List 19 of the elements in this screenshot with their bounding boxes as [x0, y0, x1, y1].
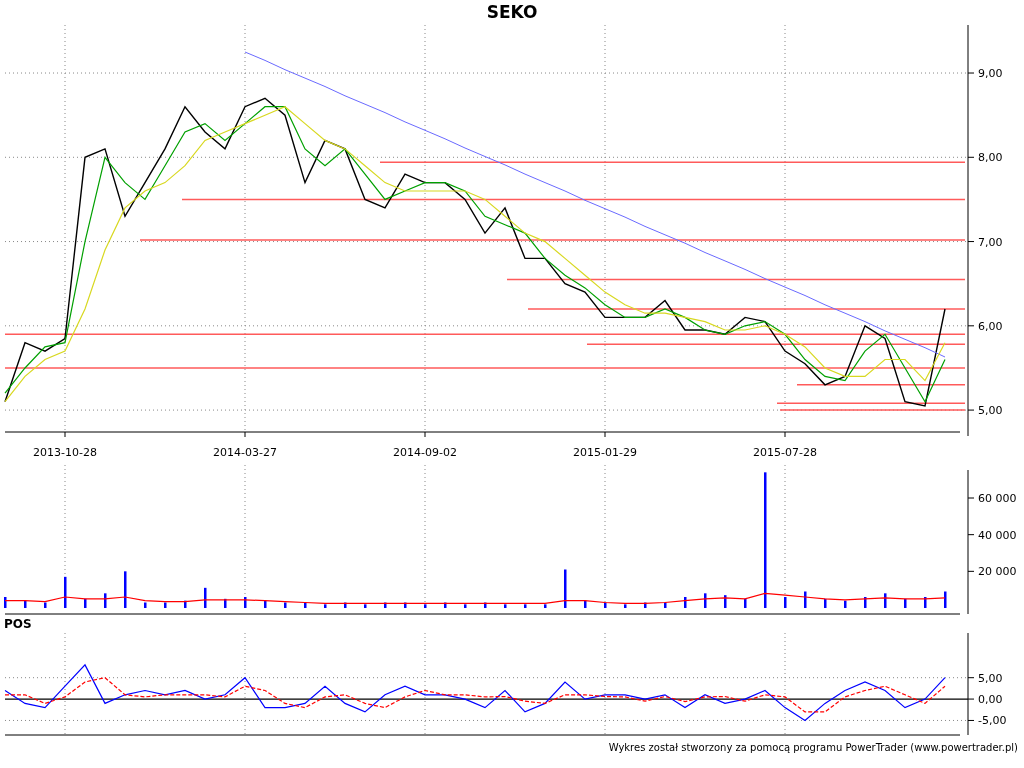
oscillator-value-label: 0,00 — [978, 693, 1003, 707]
oscillator-value-label: -5,00 — [978, 714, 1007, 728]
date-label: 2015-07-28 — [753, 446, 817, 459]
date-label: 2014-09-02 — [393, 446, 457, 459]
price-label: 6,00 — [978, 319, 1003, 333]
oscillator-value-label: 5,00 — [978, 671, 1003, 685]
price-label: 5,00 — [978, 404, 1003, 418]
chart-title: SEKO — [486, 1, 538, 24]
date-label: 2015-01-29 — [573, 446, 637, 459]
date-label: 2014-03-27 — [213, 446, 277, 459]
volume-label: 40 000 — [978, 528, 1017, 542]
price-label: 9,00 — [978, 67, 1003, 81]
indicator-label: POS — [4, 616, 32, 633]
volume-label: 60 000 — [978, 492, 1017, 505]
volume-label: 20 000 — [978, 565, 1017, 579]
date-label: 2013-10-28 — [33, 446, 97, 459]
price-label: 8,00 — [978, 151, 1003, 165]
price-label: 7,00 — [978, 235, 1003, 249]
footer-credit: Wykres został stworzony za pomocą programu PowerTrader (www.powertrader.pl) — [608, 741, 1018, 755]
